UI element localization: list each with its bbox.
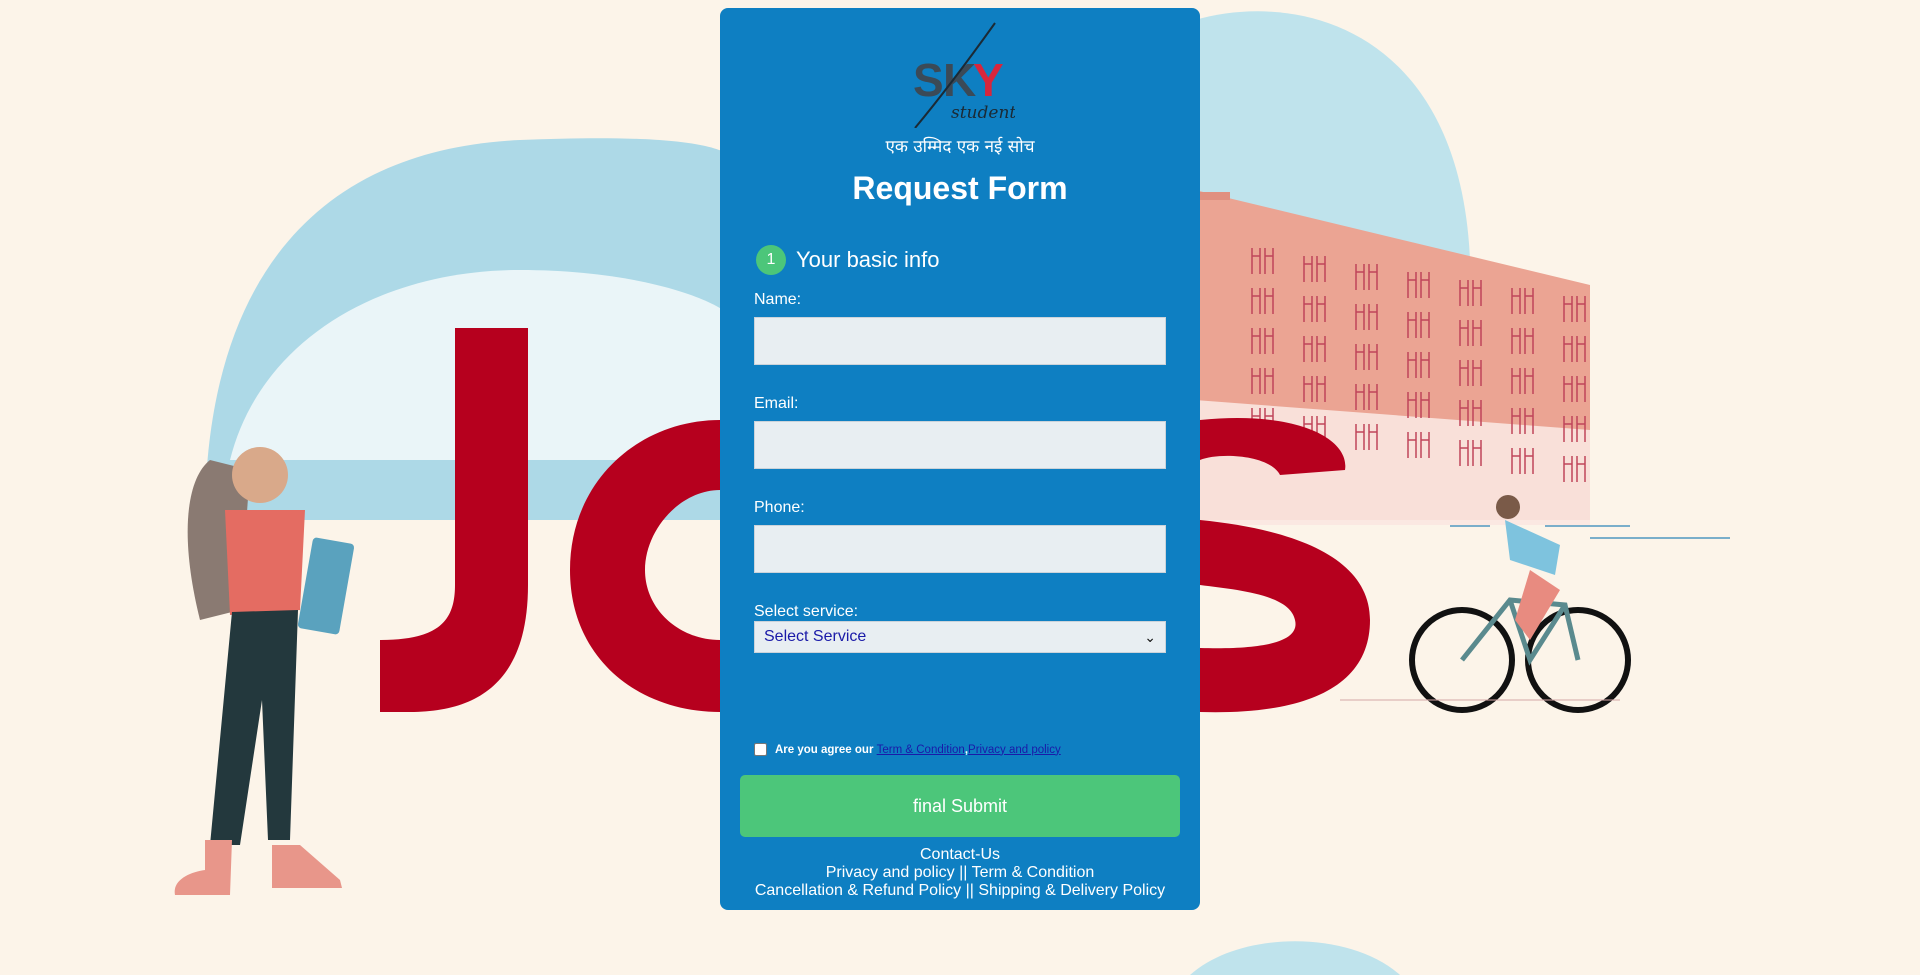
- service-select-value: Select Service: [764, 628, 867, 645]
- contact-us-link[interactable]: Contact-Us: [720, 846, 1200, 864]
- step-label: Your basic info: [796, 247, 940, 272]
- terms-link[interactable]: Term & Condition: [877, 744, 965, 756]
- email-input[interactable]: [754, 421, 1166, 469]
- agreement-row: Are you agree our Term & Condition, Priva…: [754, 743, 1061, 756]
- chevron-down-icon: ⌄: [1144, 628, 1156, 645]
- privacy-link[interactable]: Privacy and policy: [968, 744, 1061, 756]
- sky-blob-bottom: [1190, 941, 1400, 975]
- brand-tagline: एक उम्मिद एक नई सोच: [885, 137, 1035, 157]
- cyclist-illustration: [1340, 495, 1730, 713]
- svg-text:K: K: [943, 54, 976, 106]
- footer-policy-links[interactable]: Privacy and policy || Term & Condition: [720, 864, 1200, 882]
- building: [1195, 190, 1590, 525]
- email-label: Email:: [754, 395, 799, 412]
- agree-checkbox[interactable]: [754, 743, 767, 756]
- svg-text:student: student: [951, 103, 1015, 123]
- phone-label: Phone:: [754, 499, 805, 516]
- service-select[interactable]: Select Service ⌄: [754, 621, 1166, 653]
- step-number-badge: 1: [756, 245, 786, 275]
- step-header: 1 Your basic info: [756, 245, 940, 275]
- svg-text:Y: Y: [973, 54, 1004, 106]
- form-title: Request Form: [852, 170, 1068, 206]
- phone-input[interactable]: [754, 525, 1166, 573]
- name-label: Name:: [754, 291, 802, 308]
- name-input[interactable]: [754, 317, 1166, 365]
- sky-student-logo: S K Y student: [913, 22, 1015, 128]
- final-submit-button[interactable]: final Submit: [740, 775, 1180, 837]
- request-form-card: S K Y student एक उम्मिद एक नई सोच Reques…: [720, 8, 1200, 910]
- agreement-text: Are you agree our: [775, 743, 874, 756]
- footer-refund-links[interactable]: Cancellation & Refund Policy || Shipping…: [720, 882, 1200, 900]
- service-label: Select service:: [754, 603, 859, 620]
